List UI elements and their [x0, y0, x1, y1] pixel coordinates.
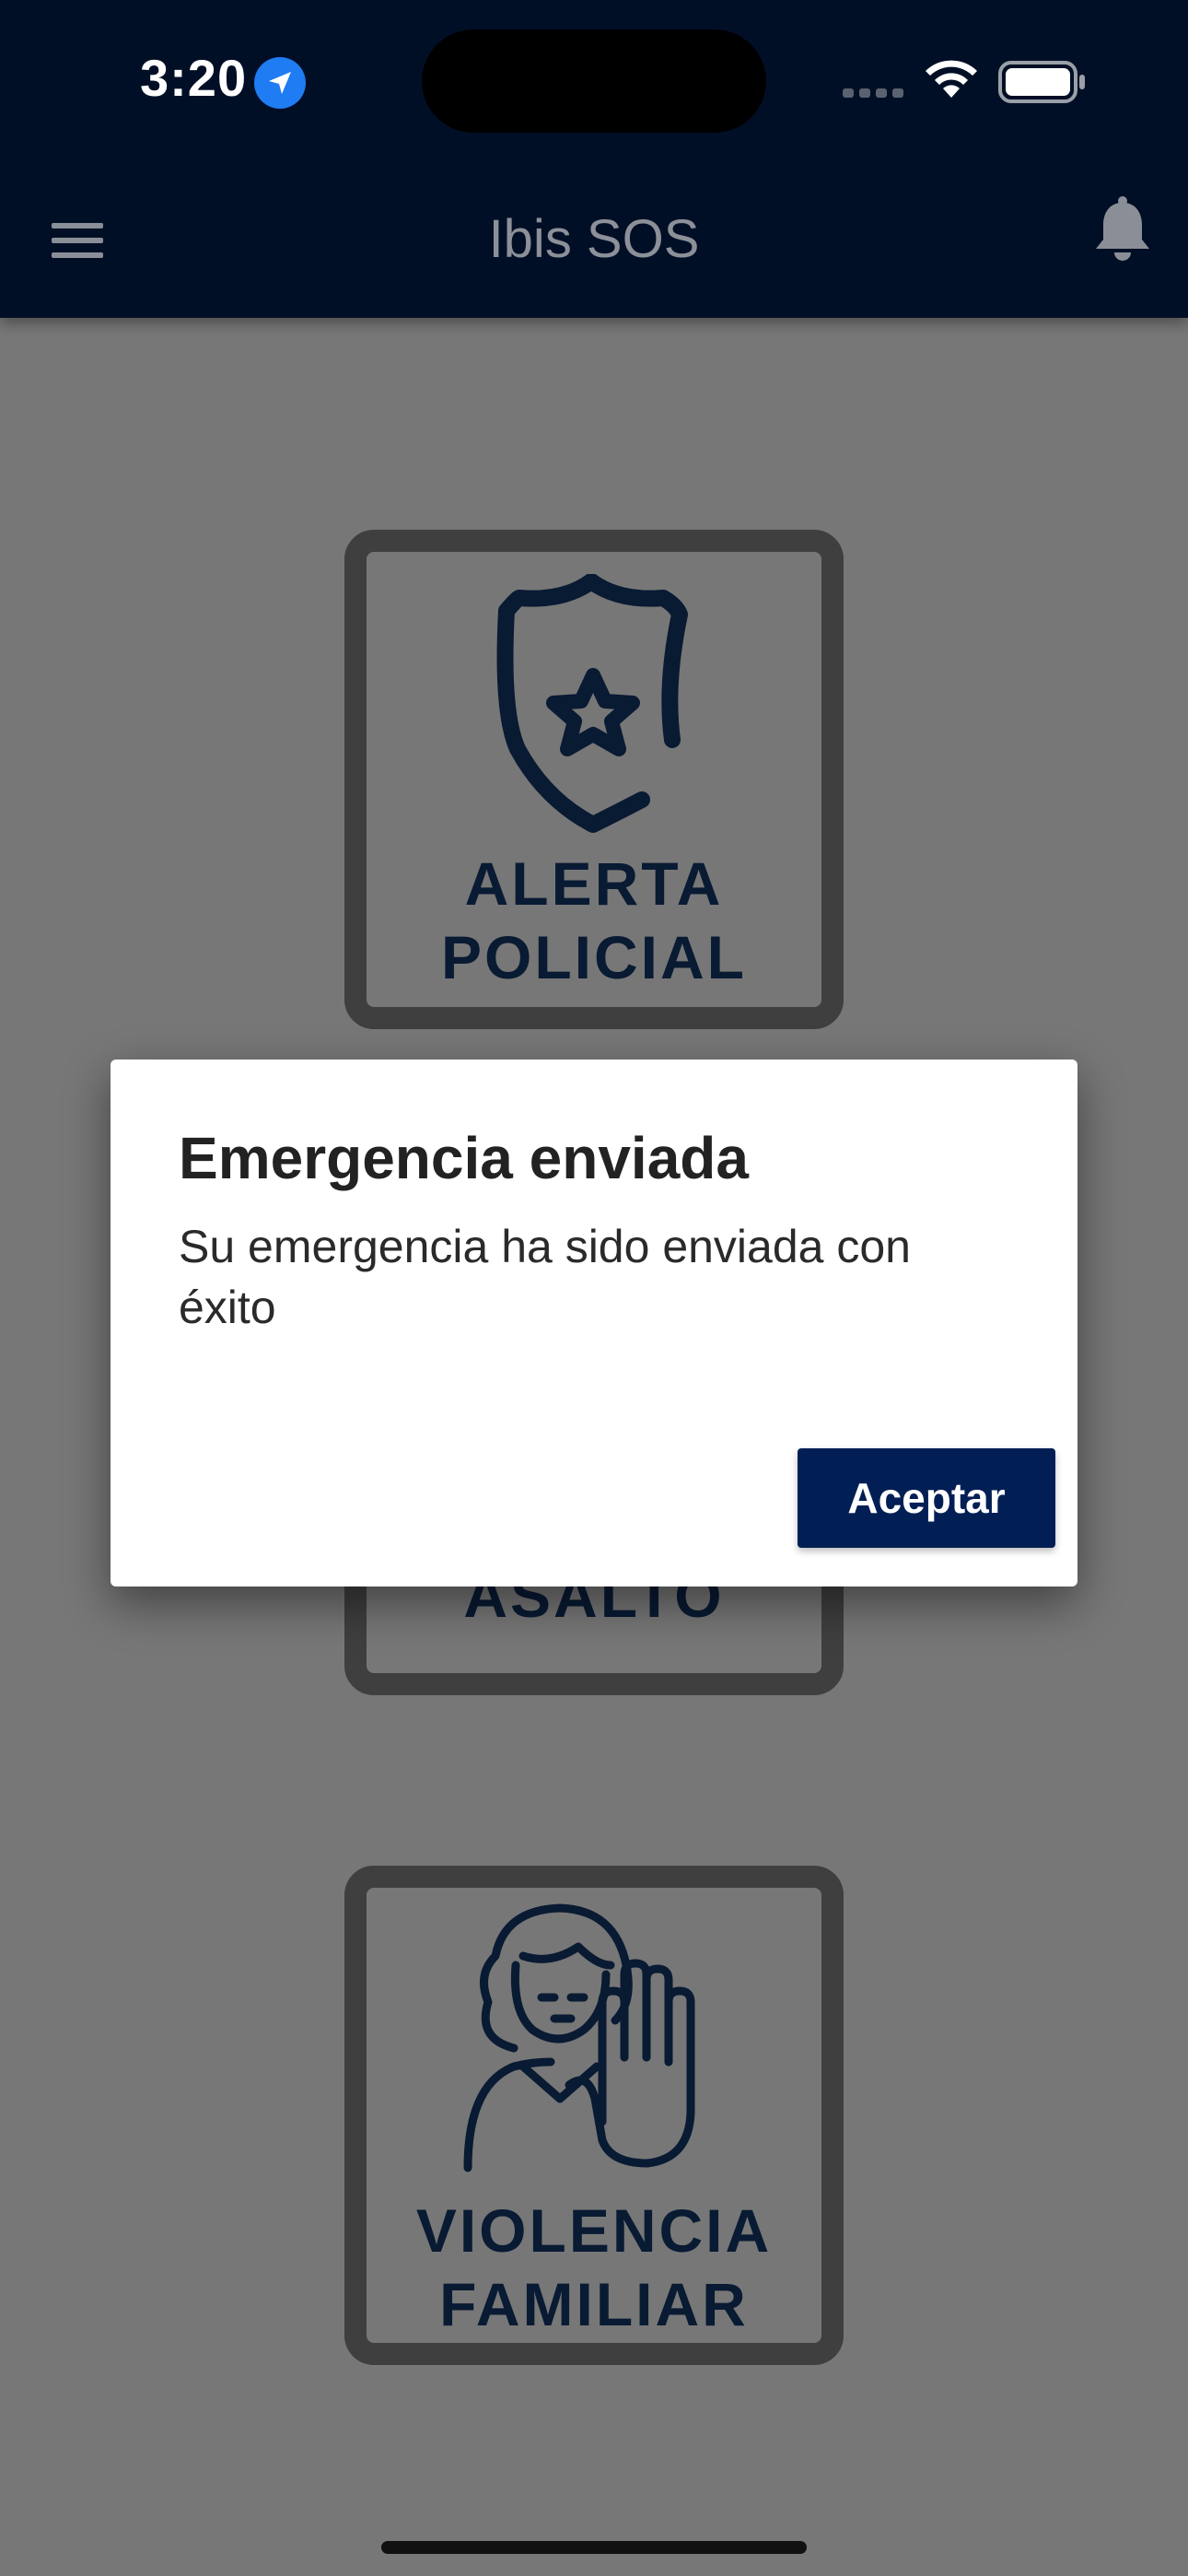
emergency-sent-dialog: Emergencia enviada Su emergencia ha sido… [111, 1060, 1077, 1587]
home-indicator[interactable] [381, 2541, 807, 2554]
cellular-signal-icon [843, 85, 907, 100]
violencia-familiar-button[interactable]: VIOLENCIA FAMILIAR [344, 1866, 844, 2365]
police-badge-icon [496, 574, 688, 833]
card-label-line1: VIOLENCIA [415, 2196, 773, 2265]
card-label-line2: POLICIAL [441, 923, 747, 991]
wifi-icon [926, 60, 977, 98]
app-title: Ibis SOS [488, 209, 700, 269]
woman-stop-hand-icon [463, 1903, 695, 2172]
status-time: 3:20 [140, 49, 248, 107]
dialog-title: Emergencia enviada [179, 1125, 749, 1191]
alerta-policial-button[interactable]: ALERTA POLICIAL [344, 530, 844, 1029]
location-arrow-icon [254, 57, 306, 109]
card-label-line2: FAMILIAR [439, 2270, 749, 2338]
battery-icon [998, 61, 1085, 103]
bell-icon[interactable] [1092, 195, 1153, 263]
screen: 3:20 Ibis SOS ALERTA POLICIAL ASALTO VIO… [0, 0, 1188, 2576]
app-bar: 3:20 Ibis SOS [0, 0, 1188, 318]
dialog-message: Su emergencia ha sido enviada con éxito [179, 1221, 911, 1333]
dynamic-island [422, 29, 766, 133]
card-label-line1: ALERTA [464, 849, 724, 918]
accept-button[interactable]: Aceptar [798, 1448, 1055, 1548]
